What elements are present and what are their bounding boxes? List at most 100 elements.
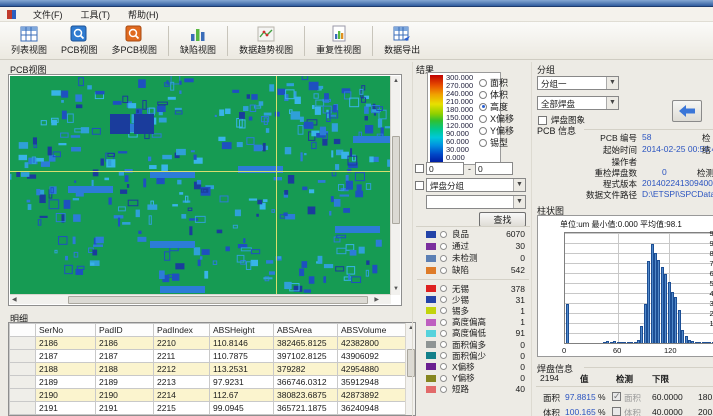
chevron-down-icon[interactable]: ▼ (513, 179, 525, 191)
data-export-button[interactable]: 数据导出 (377, 24, 427, 58)
scroll-down-icon[interactable]: ▼ (393, 285, 399, 294)
status-row-less-solder[interactable]: 少锡31 (413, 294, 533, 305)
range-filter-checkbox[interactable] (415, 164, 424, 173)
status-row-more-solder[interactable]: 锡多1 (413, 305, 533, 316)
pad-filter-dropdown[interactable]: 全部焊盘▼ (537, 96, 619, 110)
toolbar-button-label: 多PCB视图 (112, 43, 158, 56)
col-absheight[interactable]: ABSHeight (210, 324, 274, 337)
radio-icon[interactable] (479, 91, 487, 99)
status-color-swatch (426, 231, 436, 238)
chevron-down-icon[interactable]: ▼ (606, 77, 618, 89)
radio-icon[interactable] (479, 139, 487, 147)
histogram-chart: 单位:um 最小值:0.000 平均值:98.1 090180270360450… (537, 215, 713, 357)
menu-file[interactable]: 文件(F) (24, 7, 72, 22)
list-view-button[interactable]: 列表视图 (4, 24, 54, 58)
radio-icon[interactable] (479, 79, 487, 87)
radio-icon[interactable] (479, 127, 487, 135)
back-arrow-button[interactable] (672, 100, 702, 122)
metric-radio-solder-shape[interactable]: 锡型 (479, 136, 508, 149)
pcb-board-graphic (10, 76, 391, 295)
radio-icon[interactable] (440, 285, 447, 292)
col-absarea[interactable]: ABSArea (274, 324, 338, 337)
pcb-horizontal-scrollbar[interactable]: ◀ ▶ (10, 294, 391, 304)
pcb-board-canvas[interactable] (10, 76, 391, 295)
status-row-pass[interactable]: 通过30 (413, 240, 533, 252)
radio-icon[interactable] (440, 243, 447, 250)
secondary-dropdown[interactable]: ▼ (426, 195, 526, 209)
radio-icon[interactable] (440, 375, 447, 382)
pcb-view-icon (70, 25, 88, 42)
divider (536, 386, 713, 387)
group-dropdown[interactable]: 分组一▼ (537, 76, 619, 90)
table-row[interactable]: 219021902214112.67380823.687542873892 (10, 389, 408, 402)
scroll-up-icon[interactable]: ▲ (393, 77, 399, 86)
radio-icon[interactable] (440, 319, 447, 326)
table-row[interactable]: 218821882212113.253137928242954880 (10, 363, 408, 376)
status-row-defect[interactable]: 缺陷542 (413, 264, 533, 276)
radio-icon[interactable] (479, 115, 487, 123)
status-color-swatch (426, 341, 436, 348)
pcb-vertical-scrollbar[interactable]: ▲ ▼ (390, 76, 400, 295)
status-color-swatch (426, 267, 436, 274)
defect-view-button[interactable]: 缺陷视图 (173, 24, 223, 58)
scrollbar-thumb[interactable] (68, 296, 368, 304)
details-header-row: SerNo PadID PadIndex ABSHeight ABSArea A… (10, 324, 408, 337)
radio-icon[interactable] (440, 363, 447, 370)
status-row-no-solder[interactable]: 无锡378 (413, 283, 533, 294)
status-row-y-offset[interactable]: Y偏移0 (413, 373, 533, 384)
table-row[interactable]: 218621862210110.8146382465.812542382800 (10, 337, 408, 350)
status-row-area-less[interactable]: 面积偏少0 (413, 350, 533, 361)
range-to-input[interactable]: 0 (475, 162, 513, 175)
menu-tools[interactable]: 工具(T) (72, 7, 120, 22)
scroll-left-icon[interactable]: ◀ (12, 296, 17, 305)
radio-icon[interactable] (440, 296, 447, 303)
table-row[interactable]: 21892189221397.9231366746.031235912948 (10, 376, 408, 389)
checkbox-icon[interactable] (612, 407, 621, 416)
col-padid[interactable]: PadID (96, 324, 154, 337)
radio-icon[interactable] (440, 386, 447, 393)
range-from-input[interactable]: 0 (426, 162, 464, 175)
data-trend-view-button[interactable]: 数据趋势视图 (232, 24, 300, 58)
menu-help[interactable]: 帮助(H) (119, 7, 168, 22)
chevron-down-icon[interactable]: ▼ (513, 196, 525, 208)
results-panel: 结果 300.000 270.000 240.000 210.000 180.0… (412, 62, 532, 416)
status-color-swatch (426, 330, 436, 337)
scroll-right-icon[interactable]: ▶ (374, 296, 379, 305)
radio-icon[interactable] (440, 255, 447, 262)
grouping-section-title: 分组 (537, 63, 555, 76)
radio-icon[interactable] (440, 231, 447, 238)
col-serno[interactable]: SerNo (36, 324, 96, 337)
status-row-untested[interactable]: 未检测0 (413, 252, 533, 264)
scrollbar-thumb[interactable] (392, 136, 400, 224)
radio-icon[interactable] (440, 330, 447, 337)
status-row-good[interactable]: 良品6070 (413, 228, 533, 240)
table-row[interactable]: 218721872211110.7875397102.812543906092 (10, 350, 408, 363)
col-padindex[interactable]: PadIndex (154, 324, 210, 337)
status-row-height-low[interactable]: 高度偏低91 (413, 328, 533, 339)
radio-icon[interactable] (479, 103, 487, 111)
status-list: 良品6070 通过30 未检测0 缺陷542 无锡378 少锡31 锡多1 高度… (413, 228, 533, 395)
col-absvolume[interactable]: ABSVolume (338, 324, 408, 337)
pad-group-dropdown[interactable]: 焊盘分组▼ (426, 178, 526, 192)
status-row-short[interactable]: 短路40 (413, 384, 533, 395)
search-button[interactable]: 查找 (479, 212, 526, 227)
status-row-height-high[interactable]: 高度偏高1 (413, 317, 533, 328)
pad-group-checkbox[interactable] (415, 181, 424, 190)
checkbox-icon[interactable] (612, 392, 621, 401)
data-trend-view-icon (257, 26, 275, 42)
radio-icon[interactable] (440, 352, 447, 359)
toolbar-separator (304, 26, 305, 56)
radio-icon[interactable] (440, 307, 447, 314)
chevron-down-icon[interactable]: ▼ (606, 97, 618, 109)
status-row-x-offset[interactable]: X偏移0 (413, 361, 533, 372)
radio-icon[interactable] (440, 267, 447, 274)
table-row[interactable]: 21912191221599.0945365721.187536240948 (10, 402, 408, 415)
multi-pcb-view-button[interactable]: 多PCB视图 (105, 24, 165, 58)
repeatability-view-button[interactable]: 重复性视图 (309, 24, 368, 58)
status-row-area-more[interactable]: 面积偏多0 (413, 339, 533, 350)
pcb-view-button[interactable]: PCB视图 (54, 24, 105, 58)
toolbar-separator (372, 26, 373, 56)
radio-icon[interactable] (440, 341, 447, 348)
details-table: SerNo PadID PadIndex ABSHeight ABSArea A… (9, 323, 408, 415)
app-icon (7, 10, 16, 19)
